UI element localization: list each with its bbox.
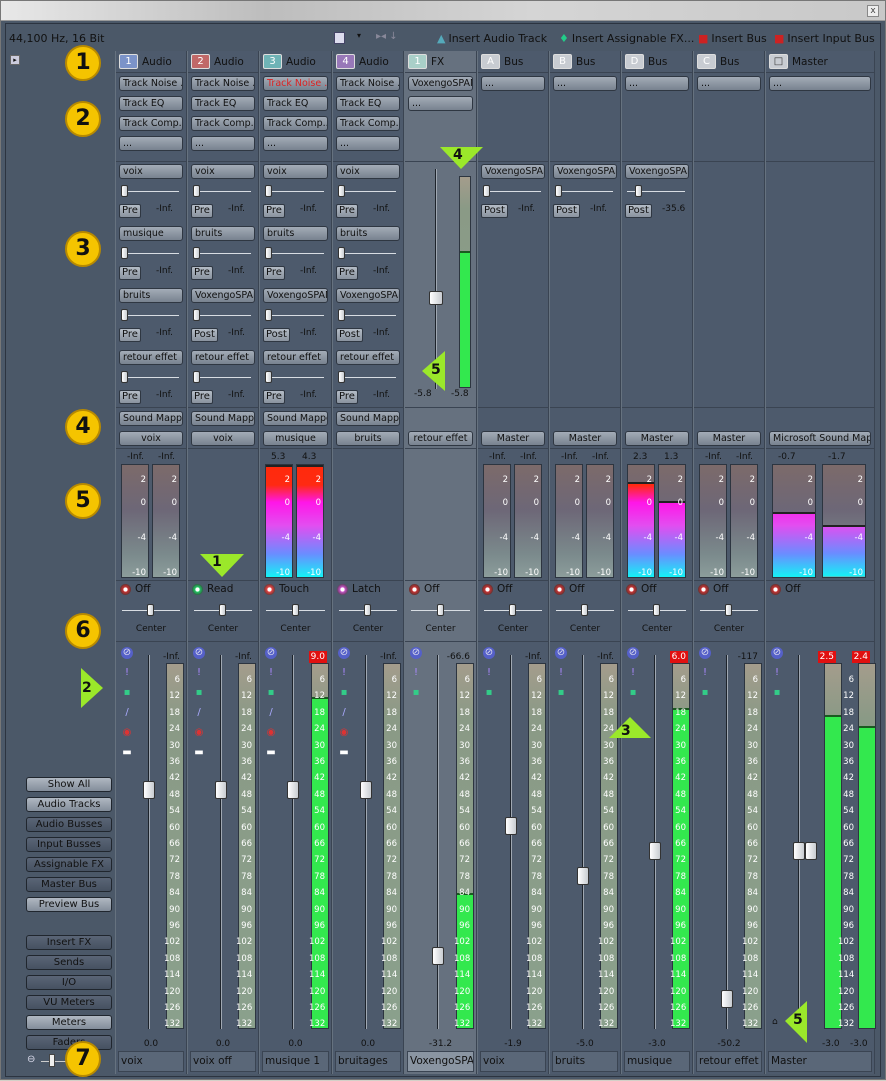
arrow-label-5b: 5 [793,1012,803,1028]
arrow-label-3: 3 [621,723,631,739]
mixer-window: x 44,100 Hz, 16 Bit ▾ ▸◂ ↓ ▲ Insert Audio… [0,0,886,1080]
arrow-marker-1 [200,554,244,577]
arrow-label-4: 4 [453,147,463,163]
arrow-label-1: 1 [212,554,222,570]
arrow-label-2: 2 [82,680,92,696]
arrow-label-5a: 5 [431,362,441,378]
annotation-arrows [81,147,807,1043]
